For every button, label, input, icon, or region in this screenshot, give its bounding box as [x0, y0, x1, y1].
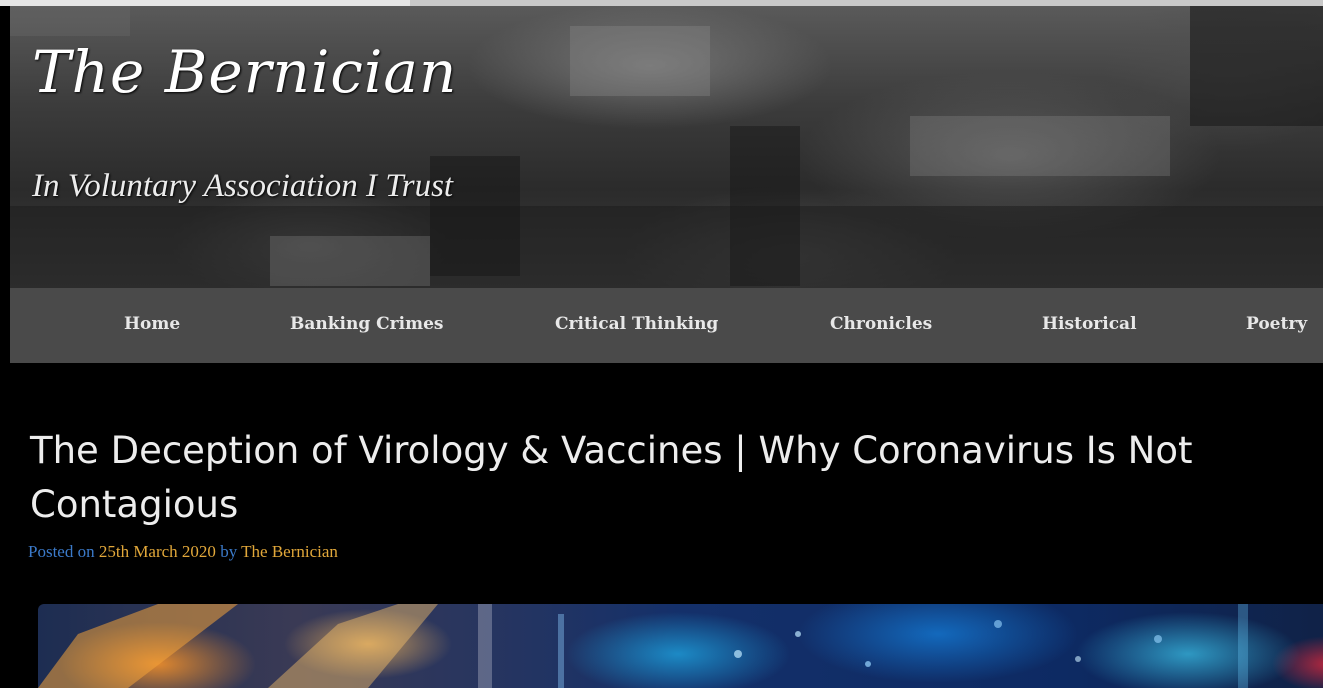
featured-image[interactable] — [38, 604, 1323, 688]
nav-item-chronicles[interactable]: Chronicles — [830, 314, 932, 334]
featured-image-graphic — [38, 604, 1248, 688]
site-title[interactable]: The Bernician — [32, 38, 457, 106]
nav-item-critical-thinking[interactable]: Critical Thinking — [555, 314, 718, 334]
posted-on-label: Posted on — [28, 542, 95, 561]
post-title[interactable]: The Deception of Virology & Vaccines | W… — [30, 424, 1290, 532]
by-label: by — [220, 542, 238, 561]
site-tagline: In Voluntary Association I Trust — [32, 168, 454, 204]
nav-item-poetry[interactable]: Poetry — [1246, 314, 1307, 334]
nav-item-historical[interactable]: Historical — [1042, 314, 1137, 334]
site-header: The Bernician In Voluntary Association I… — [10, 6, 1323, 288]
post-date-link[interactable]: 25th March 2020 — [99, 542, 216, 561]
post-author-link[interactable]: The Bernician — [241, 542, 338, 561]
nav-item-banking-crimes[interactable]: Banking Crimes — [290, 314, 443, 334]
post-meta: Posted on 25th March 2020 by The Bernici… — [28, 542, 338, 562]
nav-item-home[interactable]: Home — [124, 314, 180, 334]
main-navigation: Home Banking Crimes Critical Thinking Ch… — [10, 288, 1323, 363]
